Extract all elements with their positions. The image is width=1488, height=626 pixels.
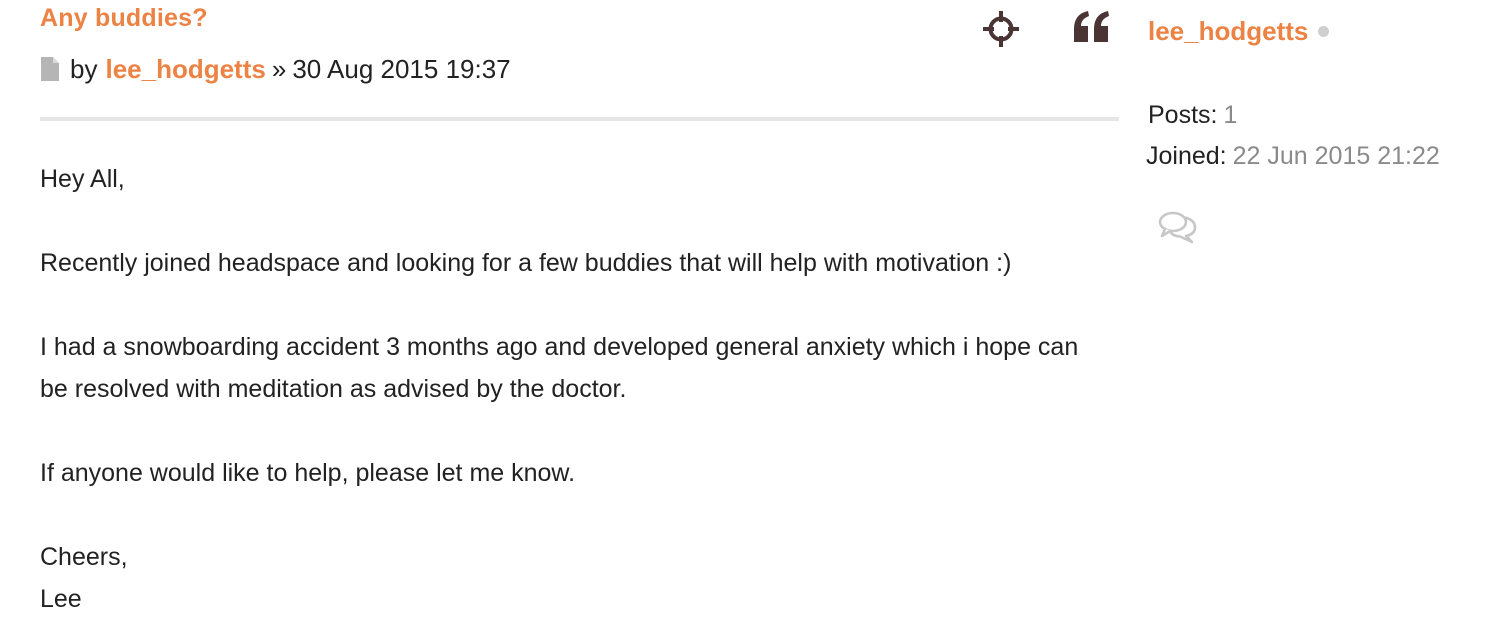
post-paragraph: I had a snowboarding accident 3 months a… [40,333,1079,403]
profile-username-row: lee_hodgetts [1148,16,1330,47]
joined-label: Joined: [1146,142,1227,170]
crosshair-icon [983,11,1019,47]
quote-icon [1074,11,1109,42]
post-divider [40,117,1119,121]
post-paragraph: If anyone would like to help, please let… [40,459,576,487]
private-message-button[interactable] [1158,208,1198,248]
author-link[interactable]: lee_hodgetts [105,54,265,85]
file-icon[interactable] [40,57,60,81]
post-paragraph: Hey All, [40,165,125,193]
posts-label: Posts: [1148,101,1218,129]
post-meta: by lee_hodgetts » 30 Aug 2015 19:37 [40,52,511,86]
offline-status-dot [1318,26,1330,37]
post-paragraph: Recently joined headspace and looking fo… [40,249,1012,277]
meta-separator: » [271,53,287,84]
profile-posts: Posts: 1 [1148,101,1237,130]
post-datetime: 30 Aug 2015 19:37 [292,53,511,84]
profile-joined: Joined: 22 Jun 2015 21:22 [1146,142,1440,171]
post-signature: Lee [40,585,82,613]
posts-count-link[interactable]: 1 [1223,101,1237,129]
meta-by-label: by [70,53,98,84]
author-profile: lee_hodgetts Posts: 1 Joined: 22 Jun 2015 … [1146,0,1476,626]
post-title[interactable]: Any buddies? [40,4,208,33]
profile-username-link[interactable]: lee_hodgetts [1148,16,1308,47]
chat-bubbles-icon [1158,211,1197,244]
forum-post: Any buddies? by lee_hodgetts » 30 Aug 20… [0,0,1488,626]
report-button[interactable] [982,10,1020,48]
quote-button[interactable] [1072,8,1112,48]
post-content: Hey All, Recently joined headspace and l… [40,158,1100,620]
post-signoff: Cheers, [40,543,128,571]
joined-date: 22 Jun 2015 21:22 [1232,142,1440,170]
